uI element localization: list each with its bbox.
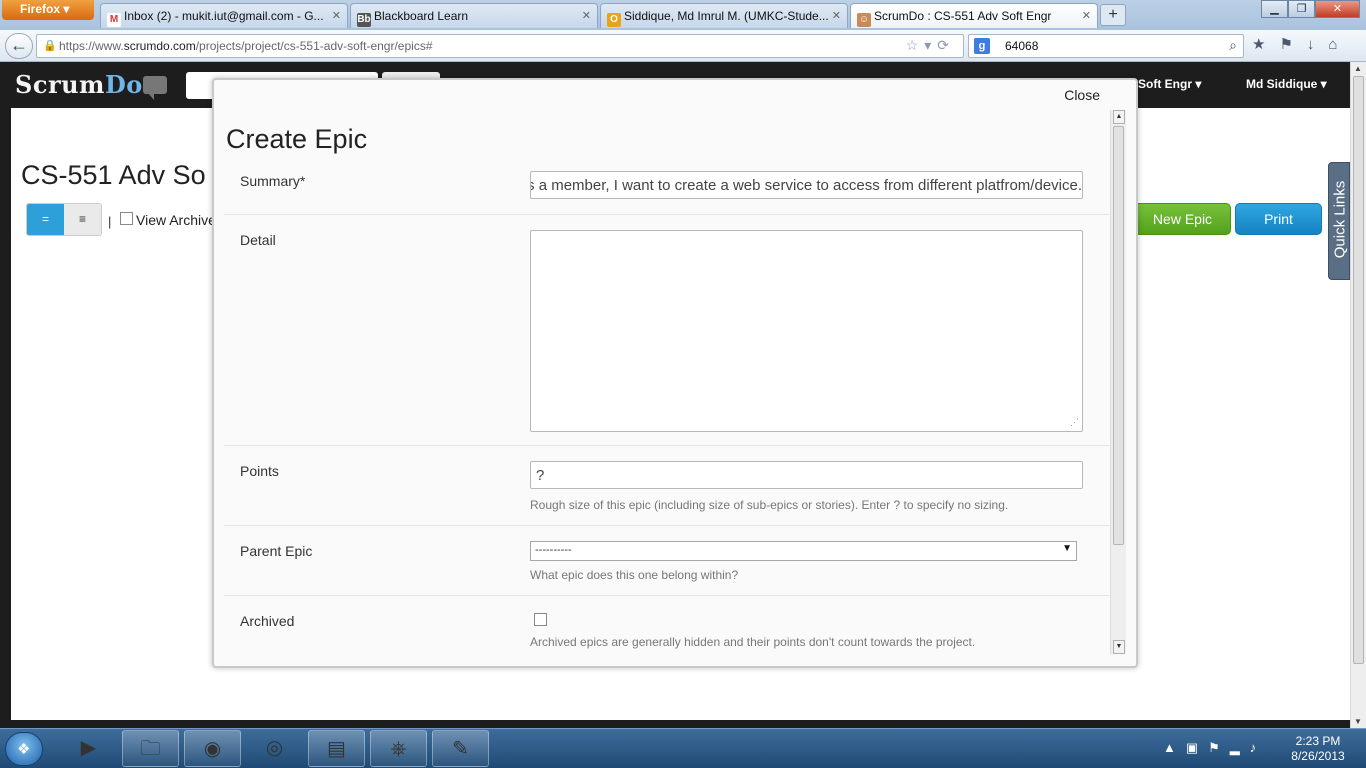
system-tray[interactable]: ▲▣⚑▂♪	[1163, 740, 1266, 756]
chat-icon[interactable]	[143, 76, 167, 100]
scrumdo-icon: ☺	[857, 13, 871, 27]
print-button[interactable]: Print	[1235, 203, 1322, 235]
parent-epic-row: Parent Epic ---------- ▼ What epic does …	[224, 526, 1110, 596]
archived-checkbox[interactable]	[534, 613, 547, 626]
tab-blackboard[interactable]: Bb Blackboard Learn ✕	[350, 3, 598, 28]
page-title: CS-551 Adv So	[21, 160, 206, 190]
tab-gmail[interactable]: M Inbox (2) - mukit.iut@gmail.com - G... …	[100, 3, 348, 28]
new-tab-button[interactable]: +	[1100, 4, 1126, 26]
tab-outlook[interactable]: O Siddique, Md Imrul M. (UMKC-Stude... ✕	[600, 3, 848, 28]
windows-taskbar: ❖ ▶ 🗀 ◉ ◎ ▤ ⎈ ✎ ▲▣⚑▂♪ 2:23 PM 8/26/2013	[0, 728, 1366, 768]
summary-input[interactable]: As a member, I want to create a web serv…	[530, 171, 1083, 199]
clock[interactable]: 2:23 PM 8/26/2013	[1278, 734, 1358, 764]
clock-time: 2:23 PM	[1295, 734, 1341, 748]
archived-row: Archived Archived epics are generally hi…	[224, 596, 1110, 666]
user-menu[interactable]: Md Siddique ▾	[1246, 77, 1327, 91]
dialog-scroll-thumb[interactable]	[1113, 126, 1124, 545]
search-icon[interactable]: ⌕	[1229, 37, 1237, 54]
scroll-down-icon[interactable]: ▼	[1113, 640, 1125, 654]
dialog-form: Summary* As a member, I want to create a…	[224, 163, 1110, 666]
detail-textarea[interactable]: ⋰	[530, 230, 1083, 432]
sticky-notes-icon[interactable]: ▤	[308, 730, 365, 767]
lock-icon: 🔒	[43, 40, 57, 52]
outlook-icon: O	[607, 13, 621, 27]
new-epic-button[interactable]: New Epic	[1134, 203, 1231, 235]
scroll-up-icon[interactable]: ▲	[1113, 110, 1125, 124]
window-controls: ▁ ❐ ✕	[1261, 0, 1360, 20]
close-tab-icon[interactable]: ✕	[332, 9, 341, 22]
url-bar[interactable]: 🔒 https://www.scrumdo.com/projects/proje…	[36, 34, 964, 58]
summary-label: Summary*	[240, 173, 306, 189]
tab-scrumdo[interactable]: ☺ ScrumDo : CS-551 Adv Soft Engr ✕	[850, 3, 1098, 28]
close-tab-icon[interactable]: ✕	[582, 9, 591, 22]
compact-view-button[interactable]: ≡	[64, 204, 101, 235]
summary-row: Summary* As a member, I want to create a…	[224, 163, 1110, 215]
clock-date: 8/26/2013	[1291, 749, 1345, 763]
firefox-menu-button[interactable]: Firefox ▾	[2, 0, 94, 20]
scroll-down-icon[interactable]: ▼	[1354, 717, 1362, 726]
points-row: Points ? Rough size of this epic (includ…	[224, 446, 1110, 526]
navigation-bar: ← 🔒 https://www.scrumdo.com/projects/pro…	[0, 30, 1366, 62]
web-page: ScrumDo v Soft Engr ▾ Md Siddique ▾ CS-5…	[0, 62, 1366, 728]
dialog-scrollbar[interactable]: ▲ ▼	[1110, 110, 1126, 654]
firefox-icon[interactable]: ◉	[184, 730, 241, 767]
search-input[interactable]: g 64068 ⌕	[968, 34, 1244, 58]
detail-label: Detail	[240, 232, 276, 248]
gmail-icon: M	[107, 13, 121, 27]
points-help-text: Rough size of this epic (including size …	[530, 498, 1009, 512]
paint-icon[interactable]: ✎	[432, 730, 489, 767]
close-button[interactable]: Close	[1064, 87, 1100, 103]
page-footer-strip	[0, 720, 1350, 728]
chevron-down-icon: ▼	[1062, 543, 1072, 554]
points-input[interactable]: ?	[530, 461, 1083, 489]
url-host: scrumdo.com	[123, 39, 196, 53]
bookmark-star-icon[interactable]: ☆▾⟳	[906, 37, 955, 54]
media-player-icon[interactable]: ▶	[60, 730, 117, 767]
resize-grip-icon[interactable]: ⋰	[1070, 417, 1079, 428]
page-scrollbar[interactable]: ▲ ▼	[1350, 62, 1366, 728]
parent-epic-select[interactable]: ---------- ▼	[530, 541, 1077, 561]
view-archived-checkbox[interactable]	[120, 212, 133, 225]
archived-label: Archived	[240, 613, 295, 629]
parent-epic-help-text: What epic does this one belong within?	[530, 568, 739, 582]
create-epic-dialog: Close Create Epic Summary* As a member, …	[212, 78, 1138, 668]
close-window-button[interactable]: ✕	[1315, 0, 1360, 18]
url-prefix: https://www.	[59, 39, 124, 53]
browser-tab-strip: Firefox ▾ M Inbox (2) - mukit.iut@gmail.c…	[0, 0, 1366, 30]
explorer-icon[interactable]: 🗀	[122, 730, 179, 767]
scroll-up-icon[interactable]: ▲	[1354, 64, 1362, 73]
left-border	[0, 108, 11, 728]
blackboard-icon: Bb	[357, 13, 371, 27]
detail-row: Detail ⋰	[224, 215, 1110, 446]
view-archived-label: View Archive	[136, 212, 216, 228]
page-scroll-thumb[interactable]	[1353, 76, 1364, 664]
separator: |	[108, 214, 112, 229]
chrome-icon[interactable]: ◎	[246, 730, 303, 767]
maximize-button[interactable]: ❐	[1288, 0, 1315, 18]
dialog-title: Create Epic	[226, 124, 368, 154]
project-menu[interactable]: v Soft Engr ▾	[1128, 77, 1201, 91]
back-button[interactable]: ←	[5, 33, 33, 59]
close-tab-icon[interactable]: ✕	[832, 9, 841, 22]
acrobat-icon[interactable]: ⎈	[370, 730, 427, 767]
close-tab-icon[interactable]: ✕	[1082, 9, 1091, 22]
list-view-button[interactable]: =	[27, 204, 64, 235]
scrumdo-logo[interactable]: ScrumDo	[15, 70, 143, 99]
quick-links-tab[interactable]: Quick Links	[1328, 162, 1350, 280]
search-value: 64068	[1005, 39, 1039, 53]
parent-epic-label: Parent Epic	[240, 543, 313, 559]
minimize-button[interactable]: ▁	[1261, 0, 1288, 18]
start-button[interactable]: ❖	[5, 732, 43, 766]
windows-logo-icon: ❖	[17, 741, 31, 758]
toolbar-icons[interactable]: ★⚑↓⌂	[1252, 35, 1351, 53]
points-label: Points	[240, 463, 279, 479]
google-icon: g	[974, 38, 990, 54]
url-path: /projects/project/cs-551-adv-soft-engr/e…	[195, 39, 433, 53]
view-toggle: = ≡	[26, 203, 102, 236]
archived-help-text: Archived epics are generally hidden and …	[530, 635, 976, 649]
